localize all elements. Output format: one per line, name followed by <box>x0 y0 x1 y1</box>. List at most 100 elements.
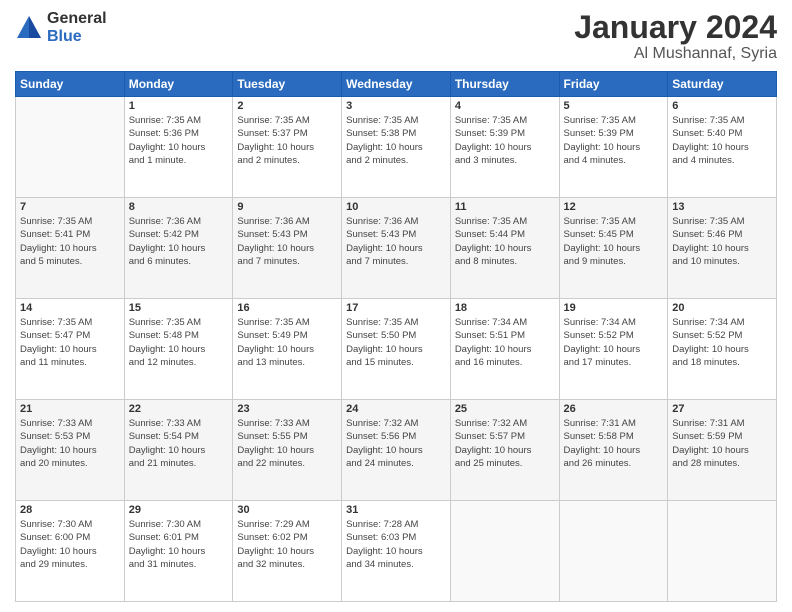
calendar-cell: 26 Sunrise: 7:31 AMSunset: 5:58 PMDayligh… <box>559 400 668 501</box>
day-number: 26 <box>564 403 664 415</box>
day-header-thursday: Thursday <box>450 72 559 97</box>
calendar-cell: 27Sunrise: 7:31 AMSunset: 5:59 PMDayligh… <box>668 400 777 501</box>
calendar-cell: 29Sunrise: 7:30 AMSunset: 6:01 PMDayligh… <box>124 501 233 602</box>
day-number: 2 <box>237 100 337 112</box>
day-info: Sunrise: 7:33 AMSunset: 5:53 PMDaylight:… <box>20 417 120 470</box>
logo-icon <box>15 14 43 42</box>
calendar-cell: 14Sunrise: 7:35 AMSunset: 5:47 PMDayligh… <box>16 299 125 400</box>
day-info: Sunrise: 7:35 AMSunset: 5:48 PMDaylight:… <box>129 316 229 369</box>
day-info: Sunrise: 7:36 AMSunset: 5:43 PMDaylight:… <box>346 215 446 268</box>
day-number: 5 <box>564 100 664 112</box>
day-number: 7 <box>20 201 120 213</box>
day-info: Sunrise: 7:35 AMSunset: 5:39 PMDaylight:… <box>455 114 555 167</box>
day-number: 11 <box>455 201 555 213</box>
day-info: Sunrise: 7:36 AMSunset: 5:43 PMDaylight:… <box>237 215 337 268</box>
day-number: 10 <box>346 201 446 213</box>
day-header-sunday: Sunday <box>16 72 125 97</box>
day-number: 1 <box>129 100 229 112</box>
day-number: 4 <box>455 100 555 112</box>
day-info: Sunrise: 7:32 AMSunset: 5:57 PMDaylight:… <box>455 417 555 470</box>
day-info: Sunrise: 7:34 AMSunset: 5:51 PMDaylight:… <box>455 316 555 369</box>
day-info: Sunrise: 7:35 AMSunset: 5:45 PMDaylight:… <box>564 215 664 268</box>
calendar-cell <box>16 97 125 198</box>
calendar-cell: 20Sunrise: 7:34 AMSunset: 5:52 PMDayligh… <box>668 299 777 400</box>
day-info: Sunrise: 7:33 AMSunset: 5:54 PMDaylight:… <box>129 417 229 470</box>
title-block: January 2024 Al Mushannaf, Syria <box>574 10 777 63</box>
calendar-cell: 12 Sunrise: 7:35 AMSunset: 5:45 PMDayligh… <box>559 198 668 299</box>
day-number: 29 <box>129 504 229 516</box>
week-row-4: 28Sunrise: 7:30 AMSunset: 6:00 PMDayligh… <box>16 501 777 602</box>
day-info: Sunrise: 7:30 AMSunset: 6:00 PMDaylight:… <box>20 518 120 571</box>
day-header-wednesday: Wednesday <box>342 72 451 97</box>
day-info: Sunrise: 7:35 AMSunset: 5:44 PMDaylight:… <box>455 215 555 268</box>
day-number: 21 <box>20 403 120 415</box>
calendar-cell: 31 Sunrise: 7:28 AMSunset: 6:03 PMDayligh… <box>342 501 451 602</box>
calendar-cell: 1 Sunrise: 7:35 AMSunset: 5:36 PMDaylight… <box>124 97 233 198</box>
day-info: Sunrise: 7:29 AMSunset: 6:02 PMDaylight:… <box>237 518 337 571</box>
day-info: Sunrise: 7:32 AMSunset: 5:56 PMDaylight:… <box>346 417 446 470</box>
page: General Blue January 2024 Al Mushannaf, … <box>0 0 792 612</box>
calendar-cell: 2Sunrise: 7:35 AMSunset: 5:37 PMDaylight… <box>233 97 342 198</box>
subtitle: Al Mushannaf, Syria <box>574 45 777 63</box>
week-row-2: 14Sunrise: 7:35 AMSunset: 5:47 PMDayligh… <box>16 299 777 400</box>
day-number: 25 <box>455 403 555 415</box>
calendar-cell <box>559 501 668 602</box>
day-info: Sunrise: 7:34 AMSunset: 5:52 PMDaylight:… <box>672 316 772 369</box>
calendar-cell: 25 Sunrise: 7:32 AMSunset: 5:57 PMDayligh… <box>450 400 559 501</box>
calendar-cell: 3Sunrise: 7:35 AMSunset: 5:38 PMDaylight… <box>342 97 451 198</box>
day-number: 16 <box>237 302 337 314</box>
calendar-cell: 11 Sunrise: 7:35 AMSunset: 5:44 PMDayligh… <box>450 198 559 299</box>
calendar-cell <box>450 501 559 602</box>
calendar-cell: 9Sunrise: 7:36 AMSunset: 5:43 PMDaylight… <box>233 198 342 299</box>
day-number: 24 <box>346 403 446 415</box>
calendar-cell: 28Sunrise: 7:30 AMSunset: 6:00 PMDayligh… <box>16 501 125 602</box>
logo-general: General <box>47 10 107 28</box>
calendar-cell: 10 Sunrise: 7:36 AMSunset: 5:43 PMDayligh… <box>342 198 451 299</box>
day-header-monday: Monday <box>124 72 233 97</box>
day-number: 30 <box>237 504 337 516</box>
day-info: Sunrise: 7:35 AMSunset: 5:50 PMDaylight:… <box>346 316 446 369</box>
calendar-cell: 7 Sunrise: 7:35 AMSunset: 5:41 PMDaylight… <box>16 198 125 299</box>
day-number: 15 <box>129 302 229 314</box>
day-info: Sunrise: 7:31 AMSunset: 5:59 PMDaylight:… <box>672 417 772 470</box>
calendar-cell: 13Sunrise: 7:35 AMSunset: 5:46 PMDayligh… <box>668 198 777 299</box>
day-number: 18 <box>455 302 555 314</box>
calendar-cell: 16Sunrise: 7:35 AMSunset: 5:49 PMDayligh… <box>233 299 342 400</box>
day-number: 12 <box>564 201 664 213</box>
day-info: Sunrise: 7:28 AMSunset: 6:03 PMDaylight:… <box>346 518 446 571</box>
calendar-cell: 19 Sunrise: 7:34 AMSunset: 5:52 PMDayligh… <box>559 299 668 400</box>
calendar-cell: 22Sunrise: 7:33 AMSunset: 5:54 PMDayligh… <box>124 400 233 501</box>
day-info: Sunrise: 7:35 AMSunset: 5:36 PMDaylight:… <box>129 114 229 167</box>
day-number: 8 <box>129 201 229 213</box>
main-title: January 2024 <box>574 10 777 45</box>
logo-blue: Blue <box>47 28 107 46</box>
day-number: 6 <box>672 100 772 112</box>
header: General Blue January 2024 Al Mushannaf, … <box>15 10 777 63</box>
calendar-cell: 23Sunrise: 7:33 AMSunset: 5:55 PMDayligh… <box>233 400 342 501</box>
day-info: Sunrise: 7:31 AMSunset: 5:58 PMDaylight:… <box>564 417 664 470</box>
day-header-tuesday: Tuesday <box>233 72 342 97</box>
calendar-cell <box>668 501 777 602</box>
day-info: Sunrise: 7:35 AMSunset: 5:39 PMDaylight:… <box>564 114 664 167</box>
day-number: 31 <box>346 504 446 516</box>
day-number: 19 <box>564 302 664 314</box>
logo: General Blue <box>15 10 107 45</box>
calendar-cell: 8 Sunrise: 7:36 AMSunset: 5:42 PMDaylight… <box>124 198 233 299</box>
header-row: SundayMondayTuesdayWednesdayThursdayFrid… <box>16 72 777 97</box>
day-info: Sunrise: 7:35 AMSunset: 5:41 PMDaylight:… <box>20 215 120 268</box>
week-row-1: 7 Sunrise: 7:35 AMSunset: 5:41 PMDaylight… <box>16 198 777 299</box>
day-info: Sunrise: 7:34 AMSunset: 5:52 PMDaylight:… <box>564 316 664 369</box>
day-info: Sunrise: 7:33 AMSunset: 5:55 PMDaylight:… <box>237 417 337 470</box>
day-info: Sunrise: 7:36 AMSunset: 5:42 PMDaylight:… <box>129 215 229 268</box>
calendar-table: SundayMondayTuesdayWednesdayThursdayFrid… <box>15 71 777 602</box>
calendar-cell: 5 Sunrise: 7:35 AMSunset: 5:39 PMDaylight… <box>559 97 668 198</box>
calendar-cell: 24 Sunrise: 7:32 AMSunset: 5:56 PMDayligh… <box>342 400 451 501</box>
week-row-3: 21 Sunrise: 7:33 AMSunset: 5:53 PMDayligh… <box>16 400 777 501</box>
calendar-cell: 30 Sunrise: 7:29 AMSunset: 6:02 PMDayligh… <box>233 501 342 602</box>
day-header-saturday: Saturday <box>668 72 777 97</box>
calendar-cell: 4 Sunrise: 7:35 AMSunset: 5:39 PMDaylight… <box>450 97 559 198</box>
day-info: Sunrise: 7:35 AMSunset: 5:47 PMDaylight:… <box>20 316 120 369</box>
calendar-cell: 21 Sunrise: 7:33 AMSunset: 5:53 PMDayligh… <box>16 400 125 501</box>
day-number: 3 <box>346 100 446 112</box>
calendar-cell: 17Sunrise: 7:35 AMSunset: 5:50 PMDayligh… <box>342 299 451 400</box>
